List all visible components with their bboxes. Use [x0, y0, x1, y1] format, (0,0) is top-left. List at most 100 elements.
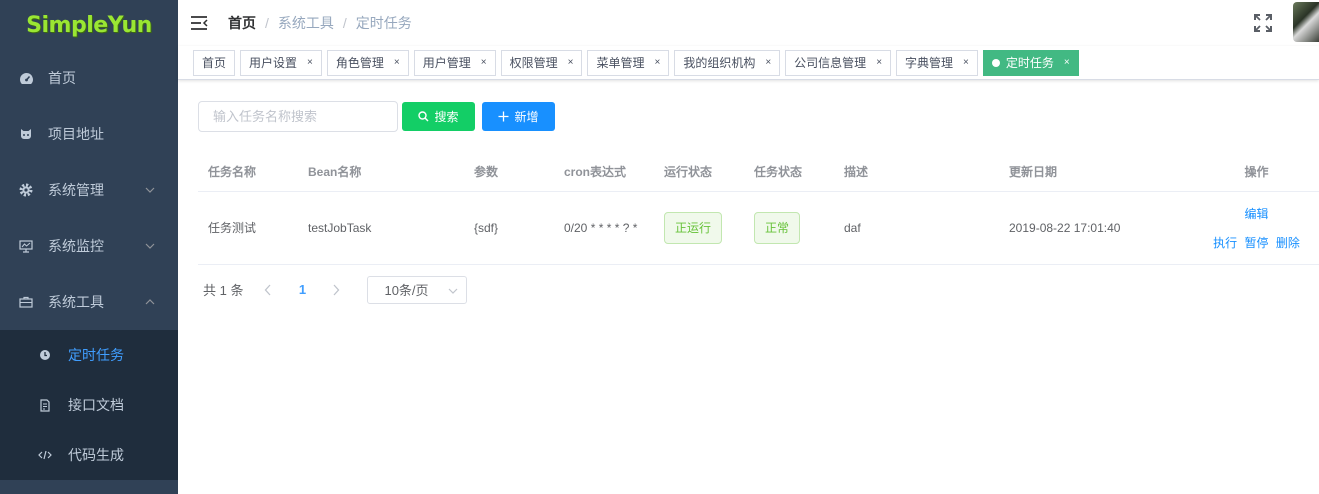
tag-label: 权限管理	[509, 56, 558, 70]
column-header-ops: 操作	[1184, 152, 1319, 192]
task-table: 任务名称 Bean名称 参数 cron表达式 运行状态 任务状态 描述 更新日期…	[198, 152, 1319, 265]
dashboard-icon	[18, 70, 34, 86]
sidebar-subitem-label: 定时任务	[68, 347, 124, 363]
sidebar-item-label: 系统监控	[48, 238, 104, 254]
toolbar: 搜索 新增	[198, 101, 1299, 132]
close-icon[interactable]: ×	[307, 57, 313, 68]
close-icon[interactable]: ×	[765, 57, 771, 68]
tag-label: 字典管理	[905, 56, 954, 70]
chevron-down-icon	[145, 243, 155, 249]
logo-text: SimpleYun	[26, 12, 152, 38]
tag-role-management[interactable]: 角色管理 ×	[326, 49, 409, 76]
sidebar-item-system[interactable]: 系统管理	[0, 162, 178, 218]
cell-params: {sdf}	[464, 191, 554, 265]
page-size-select[interactable]: 10条/页	[367, 275, 468, 304]
close-icon[interactable]: ×	[568, 57, 574, 68]
sidebar-subitem-codegen[interactable]: 代码生成	[0, 430, 178, 480]
close-icon[interactable]: ×	[481, 57, 487, 68]
monitor-icon	[18, 238, 34, 254]
breadcrumb-separator: /	[265, 15, 269, 31]
sidebar-item-home[interactable]: 首页	[0, 50, 178, 106]
column-header-cron: cron表达式	[554, 152, 654, 192]
sidebar-item-project[interactable]: 项目地址	[0, 106, 178, 162]
next-page-icon[interactable]	[321, 284, 351, 296]
close-icon[interactable]: ×	[1064, 57, 1070, 68]
breadcrumb-tools: 系统工具	[277, 15, 334, 31]
column-header-desc: 描述	[834, 152, 999, 192]
column-header-params: 参数	[464, 152, 554, 192]
tag-menu-management[interactable]: 菜单管理 ×	[587, 49, 670, 76]
cell-desc: daf	[834, 191, 999, 265]
tags-view: 首页 用户设置 × 角色管理 × 用户管理 × 权限管理 × 菜单管理 × 我的组织机构 ×…	[178, 46, 1319, 80]
sidebar-subitem-label: 代码生成	[68, 447, 124, 463]
pause-link[interactable]: 暂停	[1244, 236, 1268, 250]
column-header-run-status: 运行状态	[654, 152, 744, 192]
page-number[interactable]: 1	[287, 282, 317, 297]
close-icon[interactable]: ×	[654, 57, 660, 68]
sidebar-item-label: 系统管理	[48, 182, 104, 198]
column-header-updated: 更新日期	[999, 152, 1184, 192]
close-icon[interactable]: ×	[963, 57, 969, 68]
tag-label: 公司信息管理	[794, 56, 867, 70]
delete-link[interactable]: 删除	[1276, 236, 1300, 250]
tag-company-info[interactable]: 公司信息管理 ×	[785, 49, 892, 76]
fullscreen-icon[interactable]	[1253, 13, 1273, 33]
search-button[interactable]: 搜索	[402, 102, 475, 131]
tag-user-settings[interactable]: 用户设置 ×	[240, 49, 322, 76]
pagination: 共 1 条 1 10条/页	[198, 275, 1299, 304]
plus-icon	[498, 111, 509, 122]
prev-page-icon[interactable]	[253, 284, 283, 296]
sidebar-item-label: 项目地址	[48, 126, 104, 142]
hamburger-icon[interactable]	[190, 15, 208, 31]
tag-label: 菜单管理	[596, 56, 645, 70]
tag-label: 用户管理	[422, 56, 471, 70]
active-dot-icon	[991, 58, 1000, 67]
sidebar-item-monitor[interactable]: 系统监控	[0, 218, 178, 274]
sidebar-subitem-api-doc[interactable]: 接口文档	[0, 380, 178, 430]
github-icon	[18, 126, 34, 142]
breadcrumb-current: 定时任务	[355, 15, 412, 31]
submenu-tools: 定时任务 接口文档 代码生成	[0, 330, 178, 480]
tag-timer-task[interactable]: 定时任务 ×	[982, 49, 1079, 76]
avatar[interactable]	[1293, 2, 1319, 42]
close-icon[interactable]: ×	[394, 57, 400, 68]
chevron-down-icon	[449, 288, 458, 294]
search-input[interactable]	[198, 101, 398, 132]
add-button[interactable]: 新增	[482, 102, 555, 131]
content: 搜索 新增 任务名称 Bean名称 参数 cron表达式 运行状态 任务状态 描…	[178, 80, 1319, 304]
cell-ops: 编辑 执行 暂停 删除	[1184, 191, 1319, 265]
tag-dictionary[interactable]: 字典管理 ×	[896, 49, 978, 76]
cell-cron: 0/20 * * * * ? *	[554, 191, 654, 265]
run-status-badge: 正运行	[664, 211, 723, 244]
logo[interactable]: SimpleYun	[0, 0, 178, 50]
run-link[interactable]: 执行	[1213, 236, 1237, 250]
tag-label: 定时任务	[1005, 56, 1054, 70]
breadcrumb: 首页 / 系统工具 / 定时任务	[228, 13, 412, 33]
sidebar-item-tools[interactable]: 系统工具	[0, 274, 178, 330]
edit-link[interactable]: 编辑	[1244, 207, 1268, 221]
tag-organization[interactable]: 我的组织机构 ×	[674, 49, 781, 76]
breadcrumb-home[interactable]: 首页	[228, 13, 256, 33]
chevron-up-icon	[145, 299, 155, 305]
cell-task-status: 正常	[744, 191, 834, 265]
chevron-down-icon	[145, 187, 155, 193]
search-icon	[418, 111, 429, 122]
tag-home[interactable]: 首页	[193, 49, 236, 76]
document-icon	[38, 398, 52, 412]
main: 首页 / 系统工具 / 定时任务 首页 用户设置 × 角色管理 × 用户管理 × 权限…	[178, 0, 1319, 494]
sidebar-subitem-timer[interactable]: 定时任务	[0, 330, 178, 380]
cell-name: 任务测试	[198, 191, 298, 265]
tag-permission-management[interactable]: 权限管理 ×	[500, 49, 583, 76]
close-icon[interactable]: ×	[876, 57, 882, 68]
navbar: 首页 / 系统工具 / 定时任务	[178, 0, 1319, 46]
column-header-name: 任务名称	[198, 152, 298, 192]
pagination-total: 共 1 条	[203, 283, 244, 298]
table-row: 任务测试 testJobTask {sdf} 0/20 * * * * ? * …	[198, 191, 1319, 265]
tag-label: 我的组织机构	[683, 56, 756, 70]
page-size-value: 10条/页	[384, 283, 429, 298]
breadcrumb-separator: /	[342, 15, 347, 31]
tag-label: 用户设置	[249, 56, 298, 70]
tag-user-management[interactable]: 用户管理 ×	[413, 49, 496, 76]
gear-icon	[18, 182, 34, 198]
sidebar-item-label: 首页	[48, 70, 76, 86]
